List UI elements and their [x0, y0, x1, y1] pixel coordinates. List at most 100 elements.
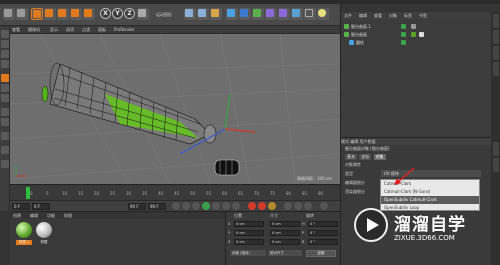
perspective-viewport[interactable]: 网格间距：100 cm — [10, 34, 340, 184]
rotate-key-icon[interactable] — [304, 202, 312, 210]
mat-menu-texture[interactable]: 纹理 — [64, 213, 72, 219]
redo-icon[interactable] — [16, 8, 28, 20]
polygons-mode-icon[interactable] — [1, 94, 9, 102]
om-menu-view[interactable]: 查看 — [374, 13, 382, 19]
visibility-icon[interactable] — [401, 40, 406, 45]
size-z-field[interactable]: 0 cm — [270, 239, 300, 245]
subdivision-icon[interactable] — [252, 8, 264, 20]
points-mode-icon[interactable] — [1, 74, 9, 82]
menu-filter[interactable]: 过滤 — [82, 27, 90, 33]
coord-mode-dropdown[interactable]: 对象 (相对) — [230, 250, 266, 256]
coordinate-system-icon[interactable] — [137, 8, 149, 20]
tab-object[interactable]: 对象 — [373, 154, 386, 160]
vtab-objects[interactable] — [493, 14, 499, 28]
lock-workplane-icon[interactable] — [1, 146, 9, 154]
rotate-tool-icon[interactable] — [70, 8, 82, 20]
rot-b-field[interactable]: 0 ° — [308, 239, 338, 245]
pos-z-field[interactable]: 0 cm — [234, 239, 264, 245]
om-menu-object[interactable]: 对象 — [389, 13, 397, 19]
workplane-icon[interactable] — [1, 60, 9, 68]
snap-icon[interactable] — [1, 132, 9, 140]
enable-axis-icon[interactable] — [1, 108, 9, 116]
tweak-icon[interactable] — [1, 118, 9, 126]
y-axis-lock-icon[interactable]: Y — [112, 8, 123, 19]
object-row[interactable]: 细分曲面 — [341, 31, 491, 38]
mat-menu-function[interactable]: 功能 — [47, 213, 55, 219]
current-frame-field[interactable]: 0 F — [32, 203, 50, 210]
om-menu-edit[interactable]: 编辑 — [359, 13, 367, 19]
rot-h-field[interactable]: 0 ° — [308, 221, 338, 227]
deformer-icon[interactable] — [278, 8, 290, 20]
start-frame-field[interactable]: 0 F — [12, 203, 30, 210]
timeline-settings-icon[interactable] — [320, 202, 328, 210]
material-tag-icon[interactable] — [411, 32, 416, 37]
size-y-field[interactable]: 0 cm — [270, 230, 300, 236]
vtab-content[interactable] — [493, 46, 499, 60]
render-view-icon[interactable] — [184, 8, 196, 20]
vtab-attributes[interactable] — [493, 142, 499, 156]
environment-icon[interactable] — [291, 8, 303, 20]
menu-options[interactable]: 选项 — [66, 27, 74, 33]
material-label[interactable]: 材质.1 — [16, 240, 32, 245]
object-row[interactable]: 细分曲面.1 — [341, 23, 491, 30]
camera-icon[interactable] — [304, 8, 316, 20]
om-menu-file[interactable]: 文件 — [344, 13, 352, 19]
play-icon[interactable] — [202, 202, 210, 210]
scale-key-icon[interactable] — [294, 202, 302, 210]
pos-y-field[interactable]: 0 cm — [234, 230, 264, 236]
menu-prorender[interactable]: ProRender — [114, 27, 135, 32]
autokey-icon[interactable] — [258, 202, 266, 210]
move-tool-icon[interactable] — [44, 8, 56, 20]
move-key-icon[interactable] — [284, 202, 292, 210]
texture-mode-icon[interactable] — [1, 50, 9, 58]
material-thumb-green[interactable] — [16, 222, 32, 238]
pen-icon[interactable] — [239, 8, 251, 20]
array-icon[interactable] — [265, 8, 277, 20]
go-end-icon[interactable] — [232, 202, 240, 210]
end-frame-field[interactable]: 90 F — [148, 203, 166, 210]
visibility-icon[interactable] — [401, 32, 406, 37]
next-frame-icon[interactable] — [212, 202, 220, 210]
menu-panel[interactable]: 面板 — [98, 27, 106, 33]
make-editable-icon[interactable] — [1, 30, 9, 38]
planar-workplane-icon[interactable] — [1, 160, 9, 168]
menu-cameras[interactable]: 摄像机 — [28, 27, 40, 33]
vtab-layer[interactable] — [493, 158, 499, 172]
mat-menu-create[interactable]: 创建 — [13, 213, 21, 219]
prev-key-icon[interactable] — [182, 202, 190, 210]
mograph-menu[interactable]: 运动图形 — [156, 12, 172, 18]
pos-x-field[interactable]: 0 cm — [234, 221, 264, 227]
tab-basic[interactable]: 基本 — [345, 154, 357, 160]
go-start-icon[interactable] — [172, 202, 180, 210]
render-picture-icon[interactable] — [197, 8, 209, 20]
size-x-field[interactable]: 0 cm — [270, 221, 300, 227]
tab-coord[interactable]: 坐标 — [359, 154, 372, 160]
object-row[interactable]: 圆柱 — [341, 39, 491, 46]
rot-p-field[interactable]: 0 ° — [308, 230, 338, 236]
render-settings-icon[interactable] — [210, 8, 222, 20]
type-option-highlighted[interactable]: OpenSubdiv Catmull-Clark — [381, 196, 479, 204]
type-option[interactable]: Catmull-Clark (N-Gons) — [381, 188, 479, 196]
menu-view[interactable]: 查看 — [12, 27, 20, 33]
edges-mode-icon[interactable] — [1, 84, 9, 92]
material-tag-icon[interactable] — [419, 32, 424, 37]
size-mode-dropdown[interactable]: 绝对尺寸 — [268, 250, 302, 256]
light-icon[interactable] — [317, 8, 329, 20]
next-key-icon[interactable] — [222, 202, 230, 210]
z-axis-lock-icon[interactable]: Z — [124, 8, 135, 19]
tag-icon[interactable] — [411, 24, 416, 29]
record-icon[interactable] — [248, 202, 256, 210]
menu-display[interactable]: 显示 — [50, 27, 58, 33]
material-label[interactable]: 材质 — [36, 240, 52, 245]
timeline[interactable]: 0 5 10 15 20 25 30 35 40 45 50 55 60 65 … — [10, 184, 340, 200]
om-menu-bookmarks[interactable]: 书签 — [419, 13, 427, 19]
om-menu-tags[interactable]: 标签 — [404, 13, 412, 19]
cube-icon[interactable] — [226, 8, 238, 20]
keyframe-selection-icon[interactable] — [268, 202, 276, 210]
recent-tool-icon[interactable] — [83, 8, 95, 20]
visibility-icon[interactable] — [401, 24, 406, 29]
vtab-takes[interactable] — [493, 30, 499, 44]
undo-icon[interactable] — [3, 8, 15, 20]
vtab-layers[interactable] — [493, 62, 499, 76]
max-frame-field[interactable]: 90 F — [128, 203, 146, 210]
